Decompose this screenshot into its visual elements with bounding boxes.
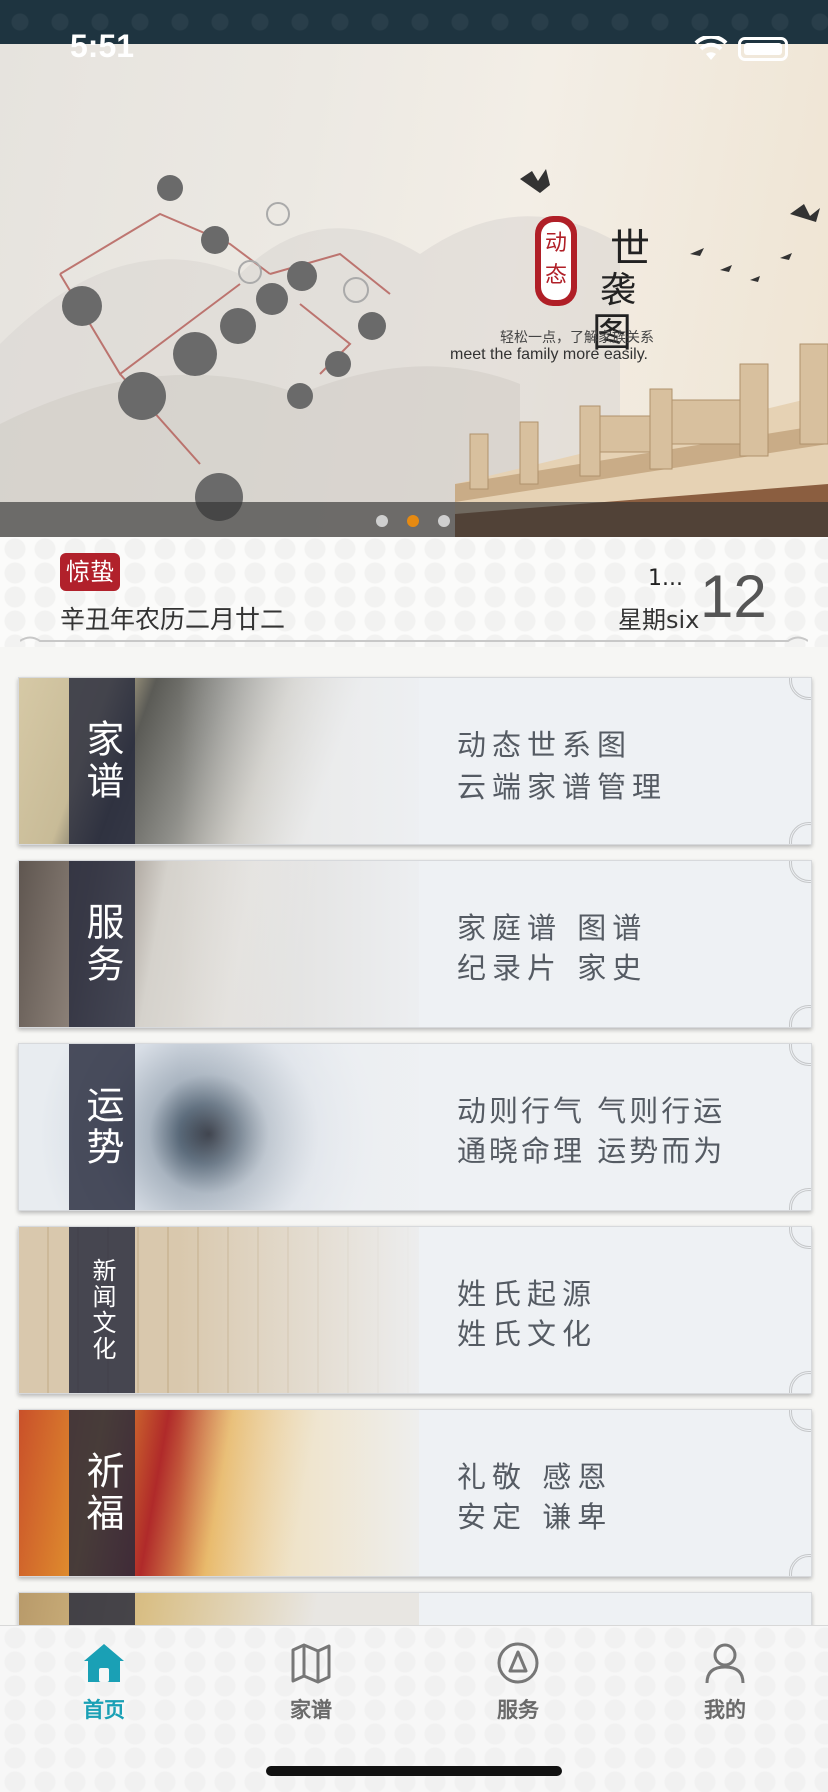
banner-carousel[interactable]: 动 态 世 袭 图 轻松一点，了解家族关系 meet the family mo… [0, 44, 828, 537]
card-title: 运势 [80, 1085, 124, 1169]
solar-term-badge: 惊蛰 [60, 553, 120, 591]
card-subtitle-2: 安定 谦卑 [457, 1500, 613, 1534]
card-subtitle-2: 纪录片 家史 [457, 951, 648, 985]
home-indicator[interactable] [266, 1766, 562, 1776]
card-blessing[interactable]: 祈福 礼敬 感恩 安定 谦卑 [18, 1409, 812, 1577]
card-title: 家谱 [80, 719, 124, 803]
tab-home[interactable]: 首页 [44, 1640, 164, 1740]
tab-profile[interactable]: 我的 [665, 1640, 785, 1740]
card-subtitle-2: 通晓命理 运势而为 [457, 1134, 726, 1168]
user-icon [705, 1643, 745, 1684]
compass-icon [497, 1642, 539, 1684]
banner-slogan-en: meet the family more easily. [450, 346, 648, 363]
tab-home-label: 首页 [83, 1698, 125, 1722]
carousel-dot-1[interactable] [376, 515, 388, 527]
card-service[interactable]: 服务 家庭谱 图谱 纪录片 家史 [18, 860, 812, 1028]
card-subtitle-1: 礼敬 感恩 [457, 1460, 613, 1494]
banner-seal-char-2: 态 [545, 263, 567, 288]
card-title: 服务 [80, 902, 124, 986]
card-fortune[interactable]: 运势 动则行气 气则行运 通晓命理 运势而为 [18, 1043, 812, 1211]
card-subtitle-2: 姓氏文化 [457, 1317, 598, 1351]
card-subtitle-1: 家庭谱 图谱 [457, 911, 648, 945]
card-subtitle-1: 姓氏起源 [457, 1277, 598, 1311]
card-title-strip: 祈福 [69, 1410, 135, 1576]
card-genealogy[interactable]: 家谱 动态世系图 云端家谱管理 [18, 677, 812, 845]
day-number: 12 [700, 563, 767, 630]
card-subtitle-1: 动则行气 气则行运 [457, 1094, 726, 1128]
lunar-date: 辛丑年农历二月廿二 [60, 605, 286, 634]
card-fade [179, 1227, 439, 1393]
card-title-strip: 新闻文化 [69, 1227, 135, 1393]
wifi-icon [694, 36, 728, 60]
map-icon [291, 1643, 331, 1684]
card-title-strip: 服务 [69, 861, 135, 1027]
banner-seal-char-1: 动 [545, 231, 567, 256]
home-icon [84, 1644, 124, 1682]
carousel-dot-3[interactable] [438, 515, 450, 527]
status-bar: 5:51 [0, 0, 828, 64]
tab-genealogy[interactable]: 家谱 [251, 1640, 371, 1740]
card-news-culture[interactable]: 新闻文化 姓氏起源 姓氏文化 [18, 1226, 812, 1394]
card-title: 新闻文化 [88, 1258, 116, 1362]
banner-title-char-2: 袭 [600, 270, 636, 311]
battery-icon [738, 37, 788, 61]
carousel-dot-2-active[interactable] [407, 515, 419, 527]
card-title: 祈福 [80, 1451, 124, 1535]
card-fade [179, 1410, 439, 1576]
banner-title-char-1: 世 [610, 226, 650, 272]
card-subtitle-2: 云端家谱管理 [457, 770, 668, 804]
status-time: 5:51 [70, 28, 135, 64]
card-fade [179, 1044, 439, 1210]
banner-slogan: 轻松一点，了解家族关系 [500, 330, 654, 346]
screen: 5:51 动 态 世 袭 图 轻松一点，了解家族关系 meet the fami… [0, 0, 828, 1792]
card-subtitle-1: 动态世系图 [457, 728, 633, 762]
tab-service-label: 服务 [497, 1698, 539, 1722]
weekday: 星期six [618, 606, 700, 634]
tab-profile-label: 我的 [704, 1698, 746, 1722]
month-text: 1... [648, 566, 683, 591]
tab-genealogy-label: 家谱 [290, 1698, 332, 1722]
banner-illustration: 动 态 世 袭 图 [0, 169, 828, 537]
card-title-strip: 家谱 [69, 678, 135, 844]
card-fade [179, 861, 439, 1027]
calendar-divider [20, 636, 808, 642]
card-fade [179, 678, 439, 844]
tab-service[interactable]: 服务 [458, 1640, 578, 1740]
card-title-strip: 运势 [69, 1044, 135, 1210]
status-indicators [694, 36, 788, 62]
